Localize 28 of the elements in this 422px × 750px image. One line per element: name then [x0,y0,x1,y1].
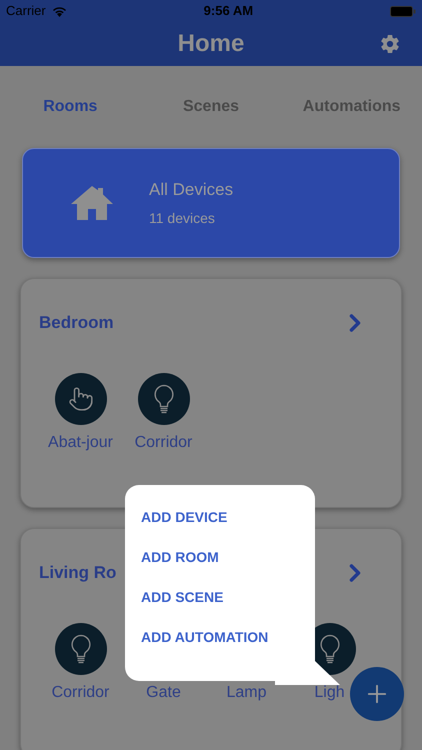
device-label: Corridor [134,433,192,453]
device-label: Lamp [226,683,267,703]
carrier-label: Carrier [6,2,46,20]
menu-item[interactable]: ADD AUTOMATION [141,626,268,649]
lightbulb-icon [318,634,340,664]
device-count: 11 devices [149,209,216,228]
lightbulb-icon [70,634,92,664]
device-label: Abat-jour [48,433,113,453]
all-devices-card[interactable]: All Devices 11 devices [22,148,400,258]
house-icon [69,184,115,222]
clock-time: 9:56 AM [204,2,254,20]
room-card[interactable]: Bedroom Abat-jour Corridor [20,278,402,508]
battery-icon [390,6,416,16]
settings-icon[interactable] [380,34,400,54]
lightbulb-icon [152,384,174,414]
page-title: Home [178,29,244,59]
wifi-icon [52,6,67,16]
touch-hand-icon [68,386,94,412]
tab[interactable]: Rooms [0,95,141,119]
device-label: Corridor [52,683,110,703]
menu-item[interactable]: ADD SCENE [141,586,268,609]
menu-item[interactable]: ADD ROOM [141,546,268,569]
device-label: Gate [146,683,181,703]
room-title: Living Ro [39,562,116,584]
room-title: Bedroom [39,312,114,334]
card-title: All Devices [149,178,234,201]
device-label: Ligh [314,683,345,703]
menu-item[interactable]: ADD DEVICE [141,506,268,529]
